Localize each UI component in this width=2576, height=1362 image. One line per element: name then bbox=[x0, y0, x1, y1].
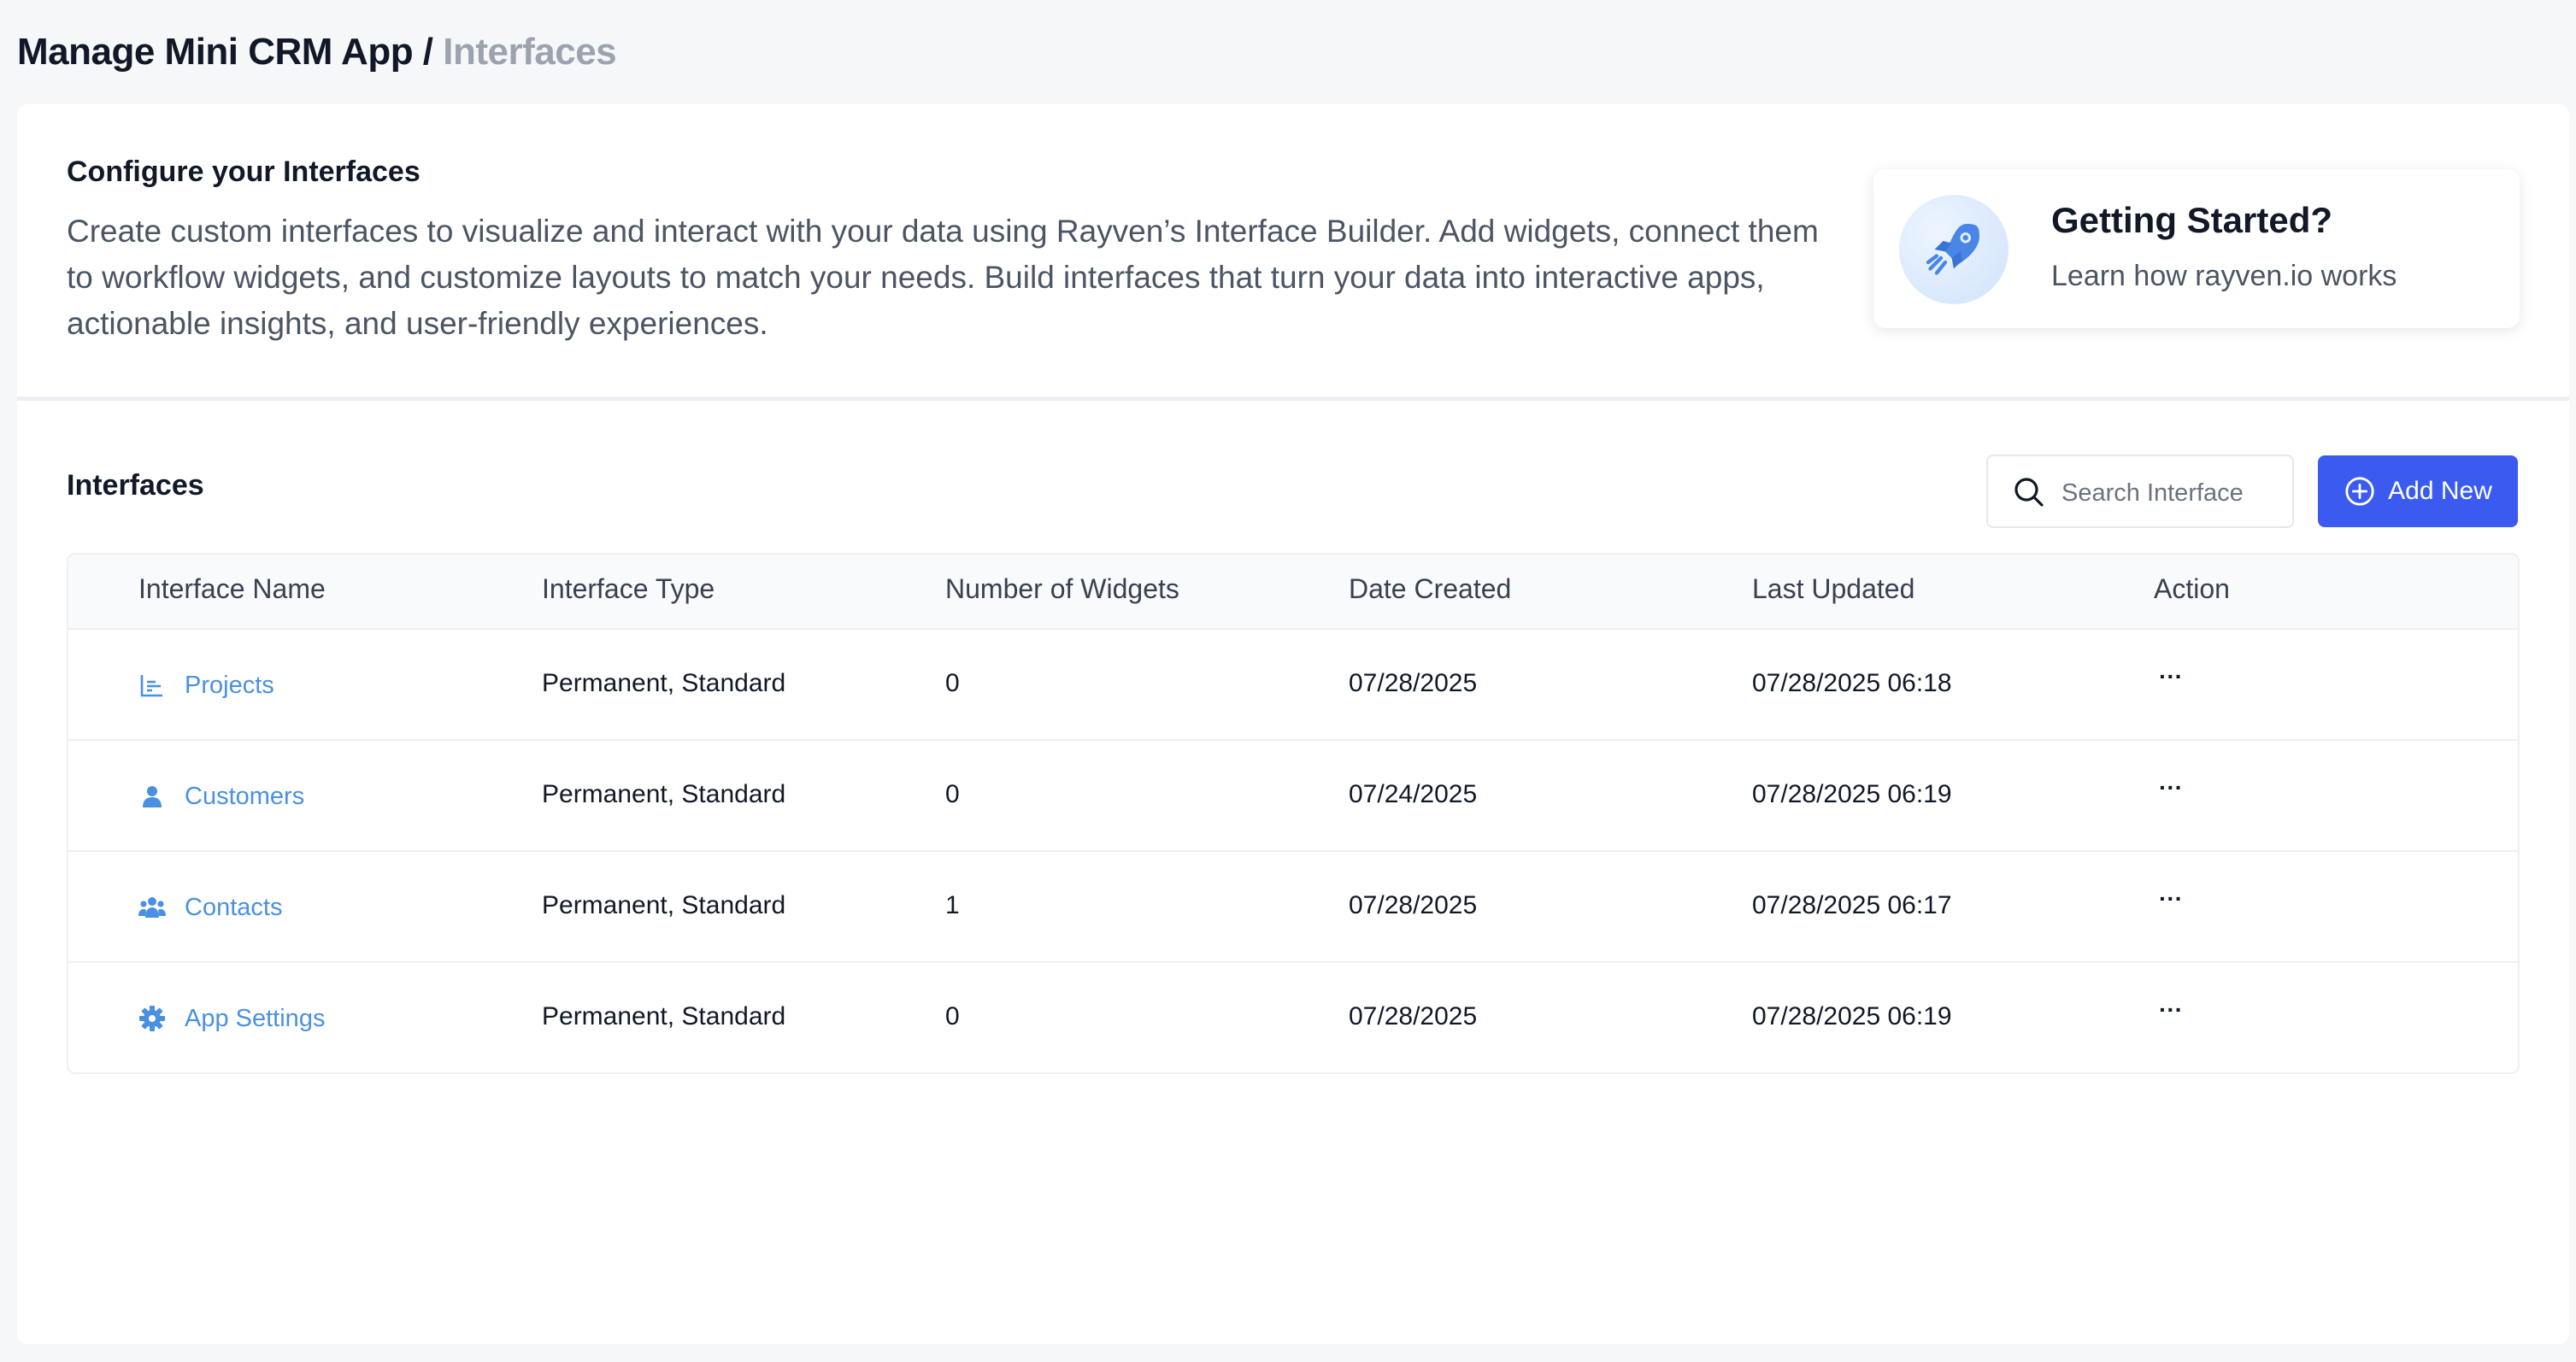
table-row: Contacts Permanent, Standard 1 07/28/202… bbox=[68, 852, 2518, 963]
breadcrumb: Manage Mini CRM App / Interfaces bbox=[17, 31, 617, 73]
interface-link-app-settings[interactable]: App Settings bbox=[138, 997, 325, 1040]
gear-icon bbox=[139, 1006, 165, 1031]
interfaces-table: Interface Name Interface Type Number of … bbox=[67, 553, 2520, 1074]
interface-type: Permanent, Standard bbox=[542, 669, 786, 697]
table-header: Interface Name Interface Type Number of … bbox=[68, 555, 2518, 630]
bar-chart-icon bbox=[140, 675, 162, 697]
row-action-menu[interactable]: ··· bbox=[2154, 886, 2188, 920]
users-icon bbox=[138, 897, 166, 918]
last-updated: 07/28/2025 06:17 bbox=[1752, 891, 1952, 919]
interface-type: Permanent, Standard bbox=[542, 891, 786, 919]
add-new-label: Add New bbox=[2388, 477, 2492, 505]
widget-count: 0 bbox=[945, 1002, 960, 1030]
search-icon bbox=[2014, 478, 2044, 507]
getting-started-card[interactable]: Getting Started? Learn how rayven.io wor… bbox=[1873, 169, 2520, 328]
last-updated: 07/28/2025 06:19 bbox=[1752, 1002, 1952, 1030]
table-row: App Settings Permanent, Standard 0 07/28… bbox=[68, 963, 2518, 1072]
user-icon bbox=[143, 786, 162, 807]
add-new-button[interactable]: Add New bbox=[2318, 455, 2518, 527]
row-action-menu[interactable]: ··· bbox=[2154, 775, 2188, 809]
getting-started-title: Getting Started? bbox=[2051, 200, 2333, 240]
widget-count: 1 bbox=[945, 891, 960, 919]
interfaces-title: Interfaces bbox=[67, 469, 204, 502]
column-action: Action bbox=[2154, 573, 2230, 604]
interface-name: Customers bbox=[185, 782, 305, 810]
intro-heading: Configure your Interfaces bbox=[67, 156, 421, 188]
getting-started-subtitle: Learn how rayven.io works bbox=[2051, 260, 2397, 292]
date-created: 07/28/2025 bbox=[1349, 669, 1478, 697]
intro-description: Create custom interfaces to visualize an… bbox=[67, 214, 1819, 341]
date-created: 07/24/2025 bbox=[1349, 780, 1478, 808]
plus-circle-icon bbox=[2345, 477, 2374, 506]
table-row: Projects Permanent, Standard 0 07/28/202… bbox=[68, 630, 2518, 741]
column-last-updated: Last Updated bbox=[1752, 573, 1915, 604]
interface-link-projects[interactable]: Projects bbox=[138, 664, 274, 707]
row-action-menu[interactable]: ··· bbox=[2154, 997, 2188, 1031]
search-box bbox=[1986, 455, 2294, 528]
date-created: 07/28/2025 bbox=[1349, 1002, 1478, 1030]
last-updated: 07/28/2025 06:18 bbox=[1752, 669, 1952, 697]
table-row: Customers Permanent, Standard 0 07/24/20… bbox=[68, 741, 2518, 852]
interface-type: Permanent, Standard bbox=[542, 780, 786, 808]
breadcrumb-current: Interfaces bbox=[443, 31, 617, 73]
widget-count: 0 bbox=[945, 780, 960, 808]
column-number-of-widgets: Number of Widgets bbox=[945, 573, 1179, 604]
interfaces-panel: Interfaces Add New Interface Name Interf… bbox=[17, 401, 2569, 1344]
date-created: 07/28/2025 bbox=[1349, 891, 1478, 919]
interface-type: Permanent, Standard bbox=[542, 1002, 786, 1030]
last-updated: 07/28/2025 06:19 bbox=[1752, 780, 1952, 808]
interface-name: Projects bbox=[185, 671, 274, 699]
column-interface-type: Interface Type bbox=[542, 573, 715, 604]
rocket-icon bbox=[1899, 195, 2008, 304]
row-action-menu[interactable]: ··· bbox=[2154, 664, 2188, 698]
interface-link-contacts[interactable]: Contacts bbox=[138, 886, 282, 929]
interface-link-customers[interactable]: Customers bbox=[138, 775, 304, 818]
widget-count: 0 bbox=[945, 669, 960, 697]
interface-name: App Settings bbox=[185, 1004, 326, 1032]
search-input[interactable] bbox=[2060, 470, 2285, 516]
column-date-created: Date Created bbox=[1349, 573, 1512, 604]
breadcrumb-parent[interactable]: Manage Mini CRM App / bbox=[17, 31, 433, 73]
intro-card: Configure your Interfaces Create custom … bbox=[17, 104, 2569, 401]
column-interface-name: Interface Name bbox=[138, 573, 326, 604]
interface-name: Contacts bbox=[185, 893, 283, 921]
